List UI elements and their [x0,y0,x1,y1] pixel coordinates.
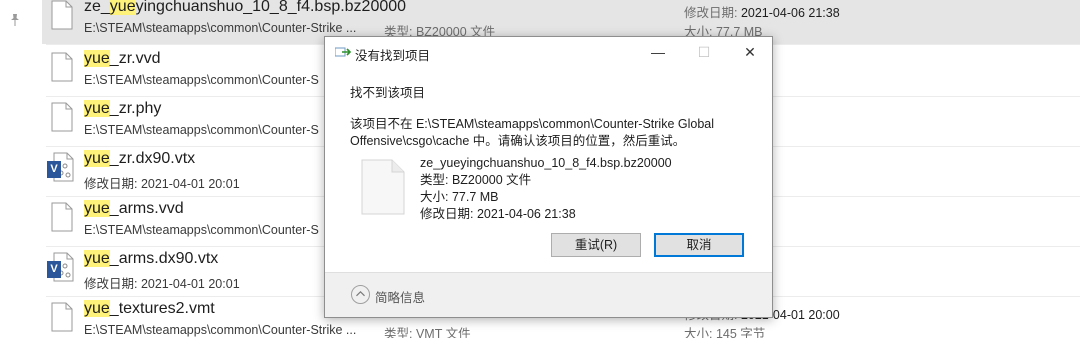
search-match-highlight: yue [84,300,110,317]
dialog-message: 该项目不在 E:\STEAM\steamapps\common\Counter-… [350,117,715,148]
blank-file-icon [51,52,73,82]
search-match-highlight: yue [84,200,110,217]
file-path: E:\STEAM\steamapps\common\Counter-Strike… [84,323,357,337]
file-path: 修改日期: 2021-04-01 20:01 [84,177,240,191]
file-info-size: 大小: 77.7 MB [420,190,499,204]
dialog-title: 没有找到项目 [355,49,431,63]
maximize-button: ☐ [697,44,711,60]
search-match-highlight: yue [84,150,110,167]
blank-file-icon [51,202,73,232]
file-info-type: 类型: BZ20000 文件 [420,173,532,187]
file-path: E:\STEAM\steamapps\common\Counter-Strike… [84,21,357,35]
file-name[interactable]: yue_arms.dx90.vtx [84,250,218,268]
vs-badge-icon: V [47,161,61,178]
dialog-titlebar: 没有找到项目 — ☐ ✕ [325,37,772,68]
item-not-found-dialog: 没有找到项目 — ☐ ✕ 找不到该项目 该项目不在 E:\STEAM\steam… [324,36,773,318]
search-match-highlight: yue [84,100,110,117]
fewer-details-toggle[interactable]: 简略信息 [375,287,425,306]
file-icon [361,159,405,215]
file-path: E:\STEAM\steamapps\common\Counter-S [84,73,319,87]
file-name[interactable]: yue_arms.vvd [84,200,184,218]
vs-badge-icon: V [47,261,61,278]
blank-file-icon [51,0,73,30]
move-file-icon [335,47,351,57]
file-info-name: ze_yueyingchuanshuo_10_8_f4.bsp.bz20000 [420,156,672,170]
file-date: 修改日期: 2021-04-06 21:38 [684,6,840,20]
file-path: E:\STEAM\steamapps\common\Counter-S [84,123,319,137]
chevron-up-icon[interactable] [351,285,370,304]
search-match-highlight: yue [109,0,136,15]
file-name[interactable]: yue_zr.vvd [84,50,160,68]
blank-file-icon [51,302,73,332]
file-path: 修改日期: 2021-04-01 20:01 [84,277,240,291]
file-name[interactable]: ze_yueyingchuanshuo_10_8_f4.bsp.bz20000 [84,0,406,16]
close-button[interactable]: ✕ [727,37,773,68]
file-name[interactable]: yue_zr.dx90.vtx [84,150,195,168]
search-match-highlight: yue [84,50,110,67]
file-info-date: 修改日期: 2021-04-06 21:38 [420,207,576,221]
cancel-button[interactable]: 取消 [654,233,744,257]
file-type: 类型: VMT 文件 [384,327,471,338]
dialog-heading: 找不到该项目 [350,86,426,100]
blank-file-icon [51,102,73,132]
file-path: E:\STEAM\steamapps\common\Counter-S [84,223,319,237]
file-size: 大小: 145 字节 [684,327,766,338]
pin-icon[interactable] [10,14,20,26]
file-info: ze_yueyingchuanshuo_10_8_f4.bsp.bz20000 … [420,155,672,223]
dialog-footer: 简略信息 [325,272,772,317]
file-name[interactable]: yue_zr.phy [84,100,161,118]
minimize-button[interactable]: — [635,37,681,68]
search-match-highlight: yue [84,250,110,267]
retry-button[interactable]: 重试(R) [551,233,641,257]
file-name[interactable]: yue_textures2.vmt [84,300,215,318]
